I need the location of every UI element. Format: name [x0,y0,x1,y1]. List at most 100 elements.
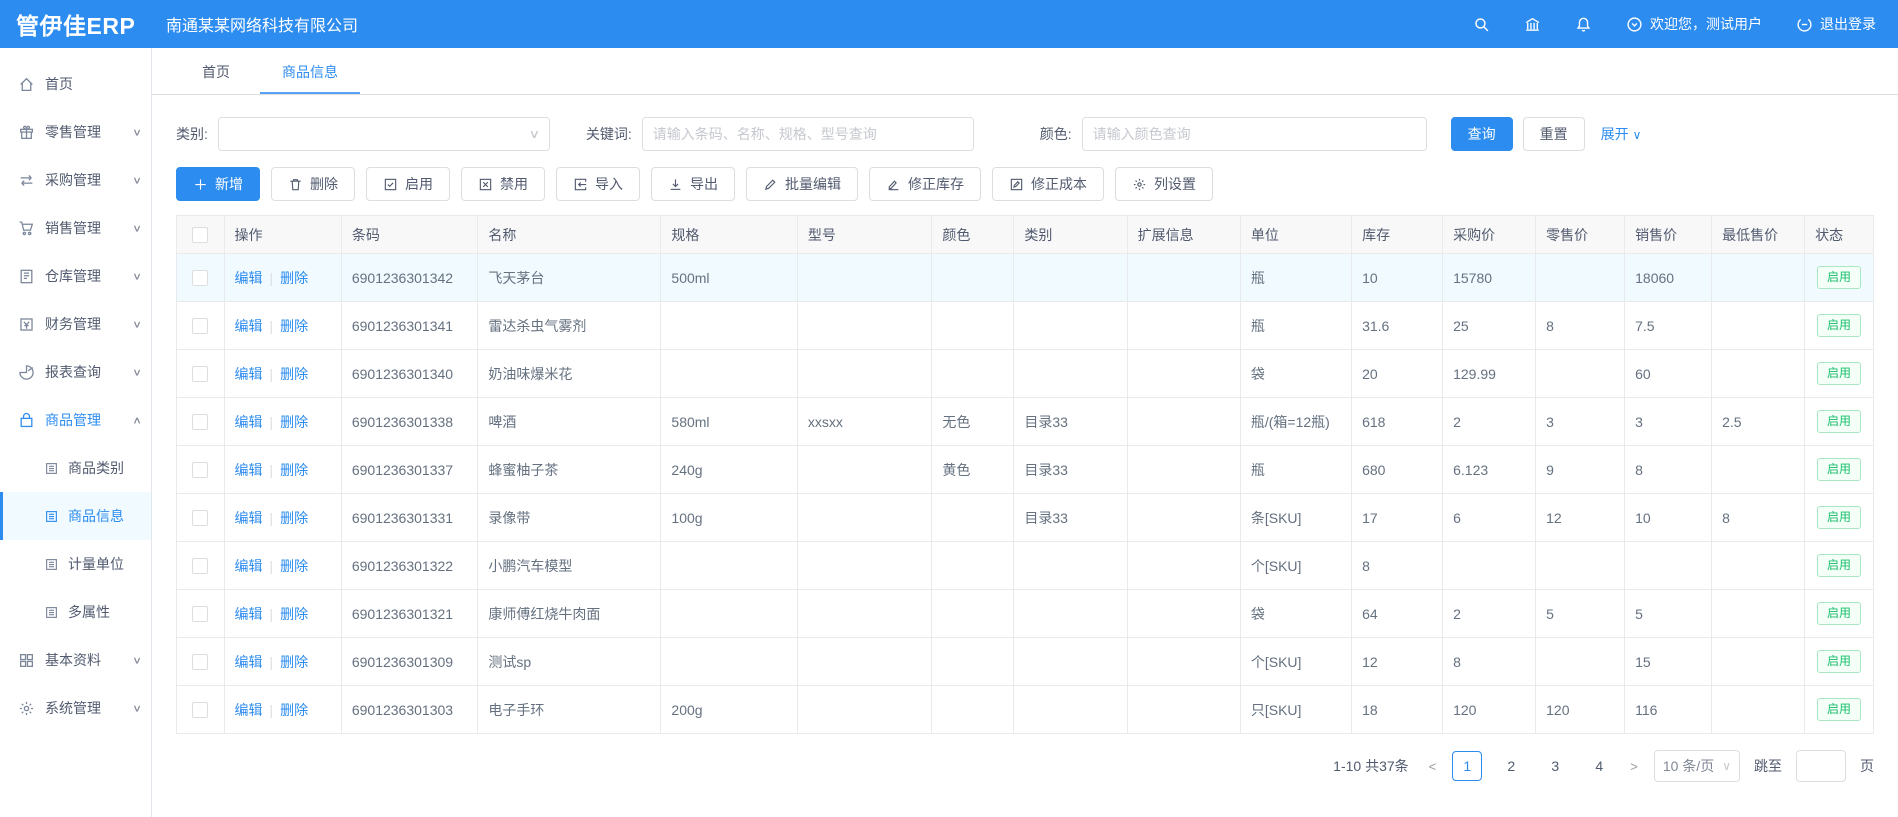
cell-purchase-price: 6.123 [1443,446,1536,494]
sidebar-subitem-商品类别[interactable]: 商品类别 [0,444,151,492]
search-button[interactable]: 查询 [1451,117,1513,151]
cell-model [797,254,932,302]
page-size-select[interactable]: 10 条/页∨ [1654,750,1740,782]
keyword-input[interactable] [642,117,974,151]
edit-link[interactable]: 编辑 [235,654,263,670]
row-checkbox[interactable] [192,558,208,574]
bell-icon[interactable] [1575,16,1592,33]
启用-button[interactable]: 启用 [366,167,450,201]
delete-link[interactable]: 删除 [280,654,308,670]
edit-link[interactable]: 编辑 [235,366,263,382]
menu-label: 商品类别 [68,458,124,478]
menu-label: 商品信息 [68,506,124,526]
sidebar-item-采购管理[interactable]: 采购管理∨ [0,156,151,204]
page-button-3[interactable]: 3 [1540,751,1570,781]
cell-retail-price [1536,350,1625,398]
next-page-button[interactable]: > [1628,759,1640,774]
sidebar-subitem-多属性[interactable]: 多属性 [0,588,151,636]
edit-link[interactable]: 编辑 [235,318,263,334]
delete-link[interactable]: 删除 [280,558,308,574]
row-checkbox[interactable] [192,318,208,334]
cell-unit: 瓶 [1240,446,1351,494]
sidebar-item-仓库管理[interactable]: 仓库管理∨ [0,252,151,300]
page-button-2[interactable]: 2 [1496,751,1526,781]
delete-link[interactable]: 删除 [280,318,308,334]
批量编辑-button[interactable]: 批量编辑 [746,167,858,201]
page-button-4[interactable]: 4 [1584,751,1614,781]
删除-button[interactable]: 删除 [271,167,355,201]
sidebar-item-报表查询[interactable]: 报表查询∨ [0,348,151,396]
row-checkbox[interactable] [192,654,208,670]
expand-link[interactable]: 展开 ∨ [1601,124,1642,144]
select-all-checkbox[interactable] [192,227,208,243]
row-checkbox[interactable] [192,606,208,622]
user-welcome[interactable]: 欢迎您，测试用户 [1626,14,1762,34]
delete-link[interactable]: 删除 [280,702,308,718]
edit-link[interactable]: 编辑 [235,702,263,718]
sidebar-item-销售管理[interactable]: 销售管理∨ [0,204,151,252]
row-checkbox[interactable] [192,414,208,430]
delete-link[interactable]: 删除 [280,414,308,430]
store-icon[interactable] [1524,16,1541,33]
jump-page-input[interactable] [1796,750,1846,782]
chevron-up-icon: ∧ [132,414,142,426]
category-select[interactable]: ∨ [218,117,550,151]
column-header-状态: 状态 [1805,216,1874,254]
tab-商品信息[interactable]: 商品信息 [256,50,364,94]
sidebar-item-财务管理[interactable]: 财务管理∨ [0,300,151,348]
row-checkbox[interactable] [192,270,208,286]
delete-link[interactable]: 删除 [280,510,308,526]
cell-ext [1127,254,1240,302]
delete-link[interactable]: 删除 [280,366,308,382]
edit-link[interactable]: 编辑 [235,510,263,526]
导入-button[interactable]: 导入 [556,167,640,201]
sidebar-item-零售管理[interactable]: 零售管理∨ [0,108,151,156]
check-square-icon [383,177,398,192]
cell-unit: 袋 [1240,350,1351,398]
grid-icon [18,652,35,669]
新增-button[interactable]: 新增 [176,167,260,201]
sidebar-item-基本资料[interactable]: 基本资料∨ [0,636,151,684]
导出-button[interactable]: 导出 [651,167,735,201]
sidebar-item-系统管理[interactable]: 系统管理∨ [0,684,151,732]
edit-link[interactable]: 编辑 [235,414,263,430]
列设置-button[interactable]: 列设置 [1115,167,1213,201]
edit-link[interactable]: 编辑 [235,270,263,286]
sidebar: 首页零售管理∨采购管理∨销售管理∨仓库管理∨财务管理∨报表查询∨商品管理∧ 商品类… [0,48,152,817]
禁用-button[interactable]: 禁用 [461,167,545,201]
page-button-1[interactable]: 1 [1452,751,1482,781]
bag-icon [18,412,35,429]
cell-name: 奶油味爆米花 [478,350,661,398]
row-checkbox[interactable] [192,510,208,526]
tab-首页[interactable]: 首页 [176,50,256,94]
row-checkbox[interactable] [192,462,208,478]
prev-page-button[interactable]: < [1427,759,1439,774]
sidebar-item-商品管理[interactable]: 商品管理∧ [0,396,151,444]
修正库存-button[interactable]: 修正库存 [869,167,981,201]
cell-color [932,638,1014,686]
sidebar-item-首页[interactable]: 首页 [0,60,151,108]
sidebar-subitem-商品信息[interactable]: 商品信息 [0,492,151,540]
cell-category: 目录33 [1014,446,1127,494]
color-input[interactable] [1082,117,1427,151]
logout-button[interactable]: 退出登录 [1796,14,1876,34]
cell-sale-price: 8 [1625,446,1712,494]
delete-link[interactable]: 删除 [280,606,308,622]
edit-link[interactable]: 编辑 [235,558,263,574]
edit-link[interactable]: 编辑 [235,462,263,478]
delete-link[interactable]: 删除 [280,462,308,478]
delete-link[interactable]: 删除 [280,270,308,286]
cart-icon [18,220,35,237]
修正成本-button[interactable]: 修正成本 [992,167,1104,201]
sidebar-subitem-计量单位[interactable]: 计量单位 [0,540,151,588]
cell-name: 康师傅红烧牛肉面 [478,590,661,638]
reset-button[interactable]: 重置 [1523,117,1585,151]
search-icon[interactable] [1473,16,1490,33]
cell-name: 录像带 [478,494,661,542]
edit-link[interactable]: 编辑 [235,606,263,622]
table-row: 编辑|删除6901236301341雷达杀虫气雾剂瓶31.62587.5启用 [177,302,1874,350]
row-checkbox[interactable] [192,366,208,382]
cell-color [932,686,1014,734]
row-checkbox[interactable] [192,702,208,718]
status-badge: 启用 [1817,506,1861,530]
